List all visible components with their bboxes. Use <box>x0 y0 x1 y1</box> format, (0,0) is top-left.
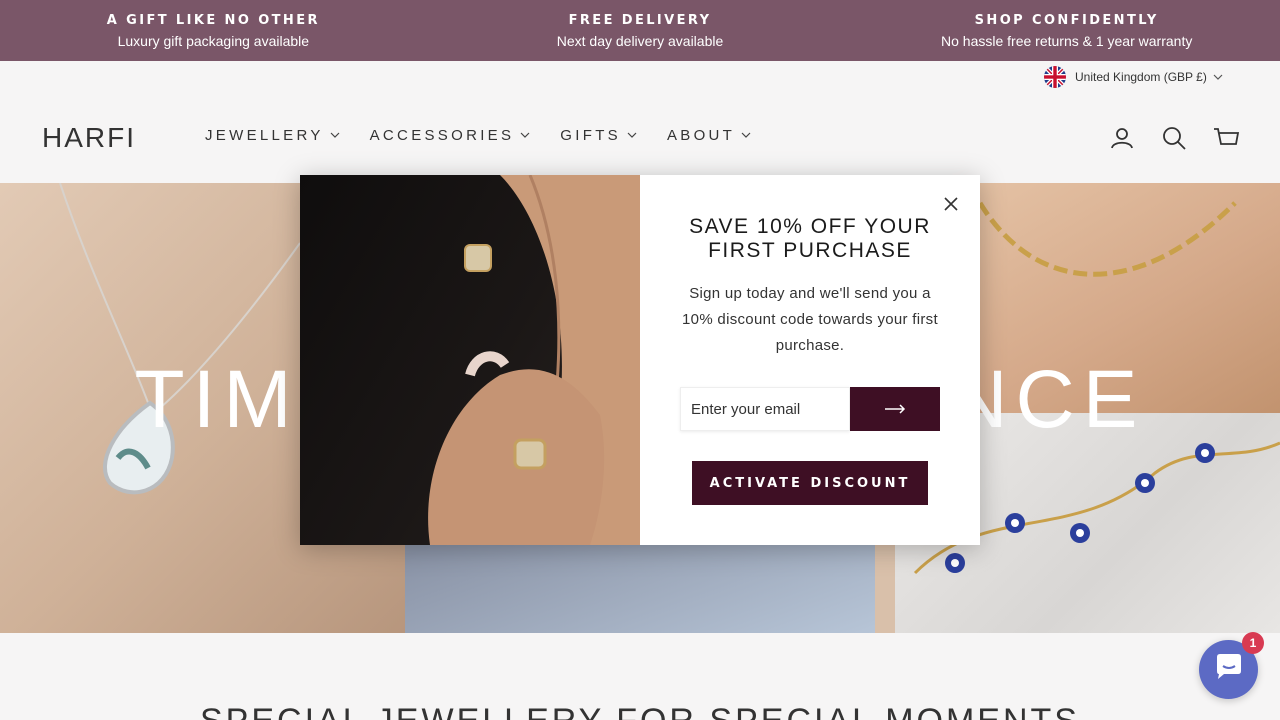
chat-icon <box>1214 653 1244 686</box>
popup-image <box>300 175 640 545</box>
header-icons <box>1108 124 1264 152</box>
arrow-right-icon <box>884 402 906 417</box>
uk-flag-icon <box>1044 66 1066 88</box>
locale-label: United Kingdom (GBP £) <box>1075 70 1207 84</box>
chevron-down-icon <box>330 130 340 141</box>
account-icon[interactable] <box>1108 124 1136 152</box>
logo[interactable]: HARFI <box>42 122 136 154</box>
announcement-title: FREE DELIVERY <box>568 12 712 28</box>
announcement-subtitle: No hassle free returns & 1 year warranty <box>941 32 1193 49</box>
announcement-title: A GIFT LIKE NO OTHER <box>106 12 320 28</box>
section-title: SPECIAL JEWELLERY FOR SPECIAL MOMENTS <box>0 702 1280 720</box>
chevron-down-icon <box>520 130 530 141</box>
locale-selector[interactable]: United Kingdom (GBP £) <box>1044 66 1223 88</box>
chevron-down-icon <box>627 130 637 141</box>
cart-icon[interactable] <box>1212 124 1240 152</box>
main-nav: JEWELLERY ACCESSORIES GIFTS ABOUT <box>205 127 781 144</box>
popup-title: SAVE 10% OFF YOUR FIRST PURCHASE <box>640 215 980 263</box>
email-form <box>680 387 940 431</box>
nav-label: JEWELLERY <box>205 127 324 144</box>
nav-item-jewellery[interactable]: JEWELLERY <box>205 127 340 144</box>
nav-label: ACCESSORIES <box>369 127 515 144</box>
announcement-subtitle: Next day delivery available <box>556 32 724 49</box>
announcement-delivery: FREE DELIVERY Next day delivery availabl… <box>427 0 854 61</box>
email-input[interactable] <box>680 387 850 431</box>
popup-content: SAVE 10% OFF YOUR FIRST PURCHASE Sign up… <box>640 175 980 545</box>
popup-title-line2: FIRST PURCHASE <box>708 239 912 262</box>
announcement-returns: SHOP CONFIDENTLY No hassle free returns … <box>853 0 1280 61</box>
nav-item-gifts[interactable]: GIFTS <box>560 127 637 144</box>
chat-badge: 1 <box>1242 632 1264 654</box>
email-submit-button[interactable] <box>850 387 940 431</box>
discount-popup: SAVE 10% OFF YOUR FIRST PURCHASE Sign up… <box>300 175 980 545</box>
nav-item-about[interactable]: ABOUT <box>667 127 751 144</box>
popup-text: Sign up today and we'll send you a 10% d… <box>682 285 938 354</box>
chevron-down-icon <box>1213 72 1223 83</box>
close-icon[interactable] <box>940 193 962 215</box>
announcement-gift: A GIFT LIKE NO OTHER Luxury gift packagi… <box>0 0 427 61</box>
nav-label: GIFTS <box>560 127 621 144</box>
announcement-title: SHOP CONFIDENTLY <box>974 12 1159 28</box>
nav-item-accessories[interactable]: ACCESSORIES <box>370 127 531 144</box>
search-icon[interactable] <box>1160 124 1188 152</box>
announcement-bar: A GIFT LIKE NO OTHER Luxury gift packagi… <box>0 0 1280 61</box>
chevron-down-icon <box>741 130 751 141</box>
activate-discount-button[interactable]: ACTIVATE DISCOUNT <box>692 461 928 505</box>
announcement-subtitle: Luxury gift packaging available <box>117 32 310 49</box>
nav-label: ABOUT <box>666 127 736 144</box>
popup-title-line1: SAVE 10% OFF YOUR <box>689 215 931 238</box>
